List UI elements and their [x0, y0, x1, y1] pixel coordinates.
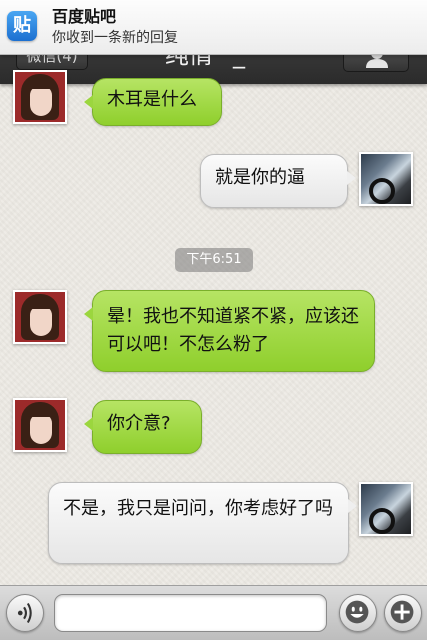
message-bubble-outgoing[interactable]: 不是，我只是问问，你考虑好了吗 — [48, 482, 357, 564]
tieba-app-icon: 贴 — [7, 11, 37, 41]
emoji-button[interactable] — [339, 594, 377, 632]
message-bubble-incoming[interactable]: 木耳是什么 — [84, 78, 222, 126]
contact-avatar[interactable] — [13, 70, 67, 124]
my-avatar[interactable] — [359, 482, 413, 536]
contact-avatar[interactable] — [13, 398, 67, 452]
timestamp-label: 下午6:51 — [175, 248, 253, 272]
voice-icon — [17, 602, 32, 624]
smiley-icon — [345, 600, 369, 624]
notification-title: 百度贴吧 — [52, 7, 117, 26]
my-avatar[interactable] — [359, 152, 413, 206]
message-bubble-outgoing[interactable]: 就是你的逼 — [200, 154, 356, 208]
message-input[interactable] — [54, 594, 327, 632]
input-bar — [0, 585, 427, 640]
more-options-button[interactable] — [384, 594, 422, 632]
contact-avatar[interactable] — [13, 290, 67, 344]
plus-icon — [390, 600, 414, 624]
notification-body: 你收到一条新的回复 — [52, 30, 178, 46]
voice-input-button[interactable] — [6, 594, 44, 632]
message-bubble-incoming[interactable]: 晕！我也不知道紧不紧，应该还可以吧！不怎么粉了 — [84, 290, 375, 372]
notification-banner[interactable]: 贴 百度贴吧 你收到一条新的回复 — [0, 0, 427, 55]
message-bubble-incoming[interactable]: 你介意? — [84, 400, 202, 454]
